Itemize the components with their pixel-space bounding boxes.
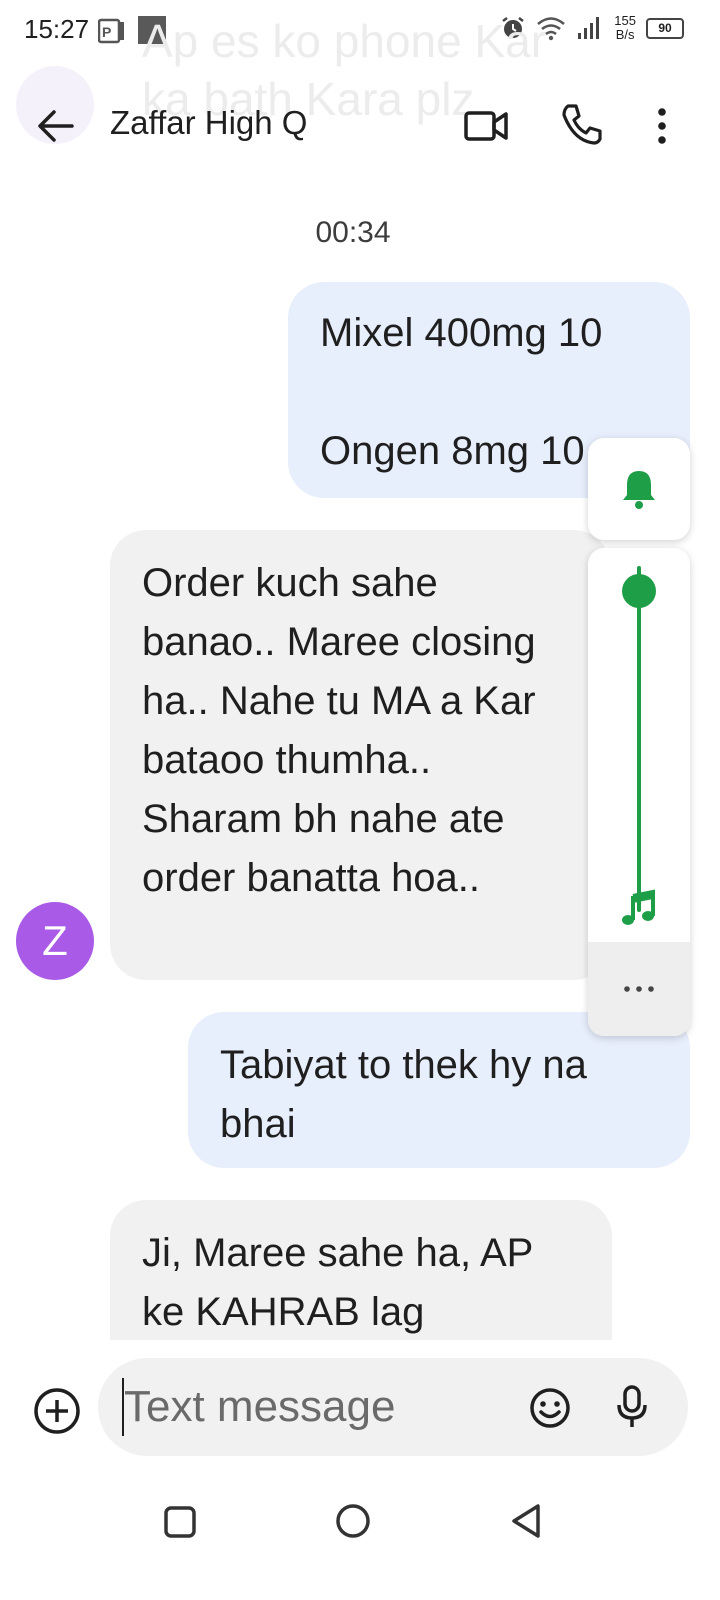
volume-panel	[588, 548, 690, 1036]
message-timestamp: 00:34	[315, 216, 391, 249]
more-vert-icon	[658, 108, 666, 144]
text-cursor	[122, 1378, 124, 1436]
back-arrow-icon	[38, 110, 74, 142]
volume-more-button[interactable]	[588, 942, 690, 1036]
message-line	[320, 363, 658, 422]
notification-icon: P	[98, 18, 126, 44]
more-options-button[interactable]	[648, 100, 676, 152]
music-note-icon	[619, 888, 659, 928]
signal-icon	[576, 15, 604, 41]
mic-icon	[617, 1385, 647, 1427]
back-triangle-icon	[512, 1504, 540, 1538]
message-line: Mixel 400mg 10	[320, 311, 603, 355]
recent-apps-button[interactable]	[162, 1504, 198, 1540]
add-attachment-button[interactable]	[32, 1386, 82, 1436]
emoji-icon	[530, 1388, 570, 1428]
incoming-message[interactable]: Ji, Maree sahe ha, AP ke KAHRAB lag	[110, 1200, 612, 1340]
home-icon	[336, 1504, 370, 1538]
more-horiz-icon	[624, 986, 654, 992]
message-text: Order kuch sahe banao.. Maree closing ha…	[142, 561, 536, 900]
battery-icon: 90	[646, 17, 684, 39]
net-speed-value: 155	[614, 13, 636, 28]
home-button[interactable]	[334, 1502, 372, 1540]
voice-input-button[interactable]	[612, 1384, 652, 1430]
message-input[interactable]	[124, 1378, 504, 1436]
avatar-initial: Z	[42, 917, 68, 964]
svg-text:P: P	[102, 24, 111, 40]
status-time: 15:27	[24, 14, 90, 44]
volume-slider-thumb[interactable]	[622, 574, 656, 608]
battery-level: 90	[658, 21, 672, 35]
message-text: Ji, Maree sahe ha, AP ke KAHRAB lag	[142, 1231, 533, 1334]
video-call-icon	[464, 111, 508, 141]
incoming-message[interactable]: Order kuch sahe banao.. Maree closing ha…	[110, 530, 610, 980]
recent-apps-icon	[164, 1506, 196, 1538]
net-speed-unit: B/s	[615, 27, 635, 42]
net-speed: 155 B/s	[614, 14, 636, 42]
bell-icon	[623, 471, 655, 509]
message-clip: Ji, Maree sahe ha, AP ke KAHRAB lag	[0, 1190, 720, 1340]
volume-slider-fill	[637, 566, 641, 912]
phone-call-button[interactable]	[556, 100, 606, 150]
contact-name[interactable]: Zaffar High Q	[110, 104, 307, 142]
volume-slider-track[interactable]	[637, 566, 641, 912]
add-circle-icon	[34, 1388, 80, 1434]
message-input-container[interactable]	[98, 1358, 688, 1456]
emoji-button[interactable]	[528, 1386, 572, 1430]
message-text: Tabiyat to thek hy na bhai	[220, 1043, 587, 1146]
avatar[interactable]: Z	[16, 902, 94, 980]
ringer-mode-button[interactable]	[588, 438, 690, 540]
phone-icon	[562, 104, 602, 145]
nav-back-button[interactable]	[508, 1502, 544, 1540]
video-call-button[interactable]	[462, 102, 510, 150]
back-button[interactable]	[30, 100, 82, 152]
